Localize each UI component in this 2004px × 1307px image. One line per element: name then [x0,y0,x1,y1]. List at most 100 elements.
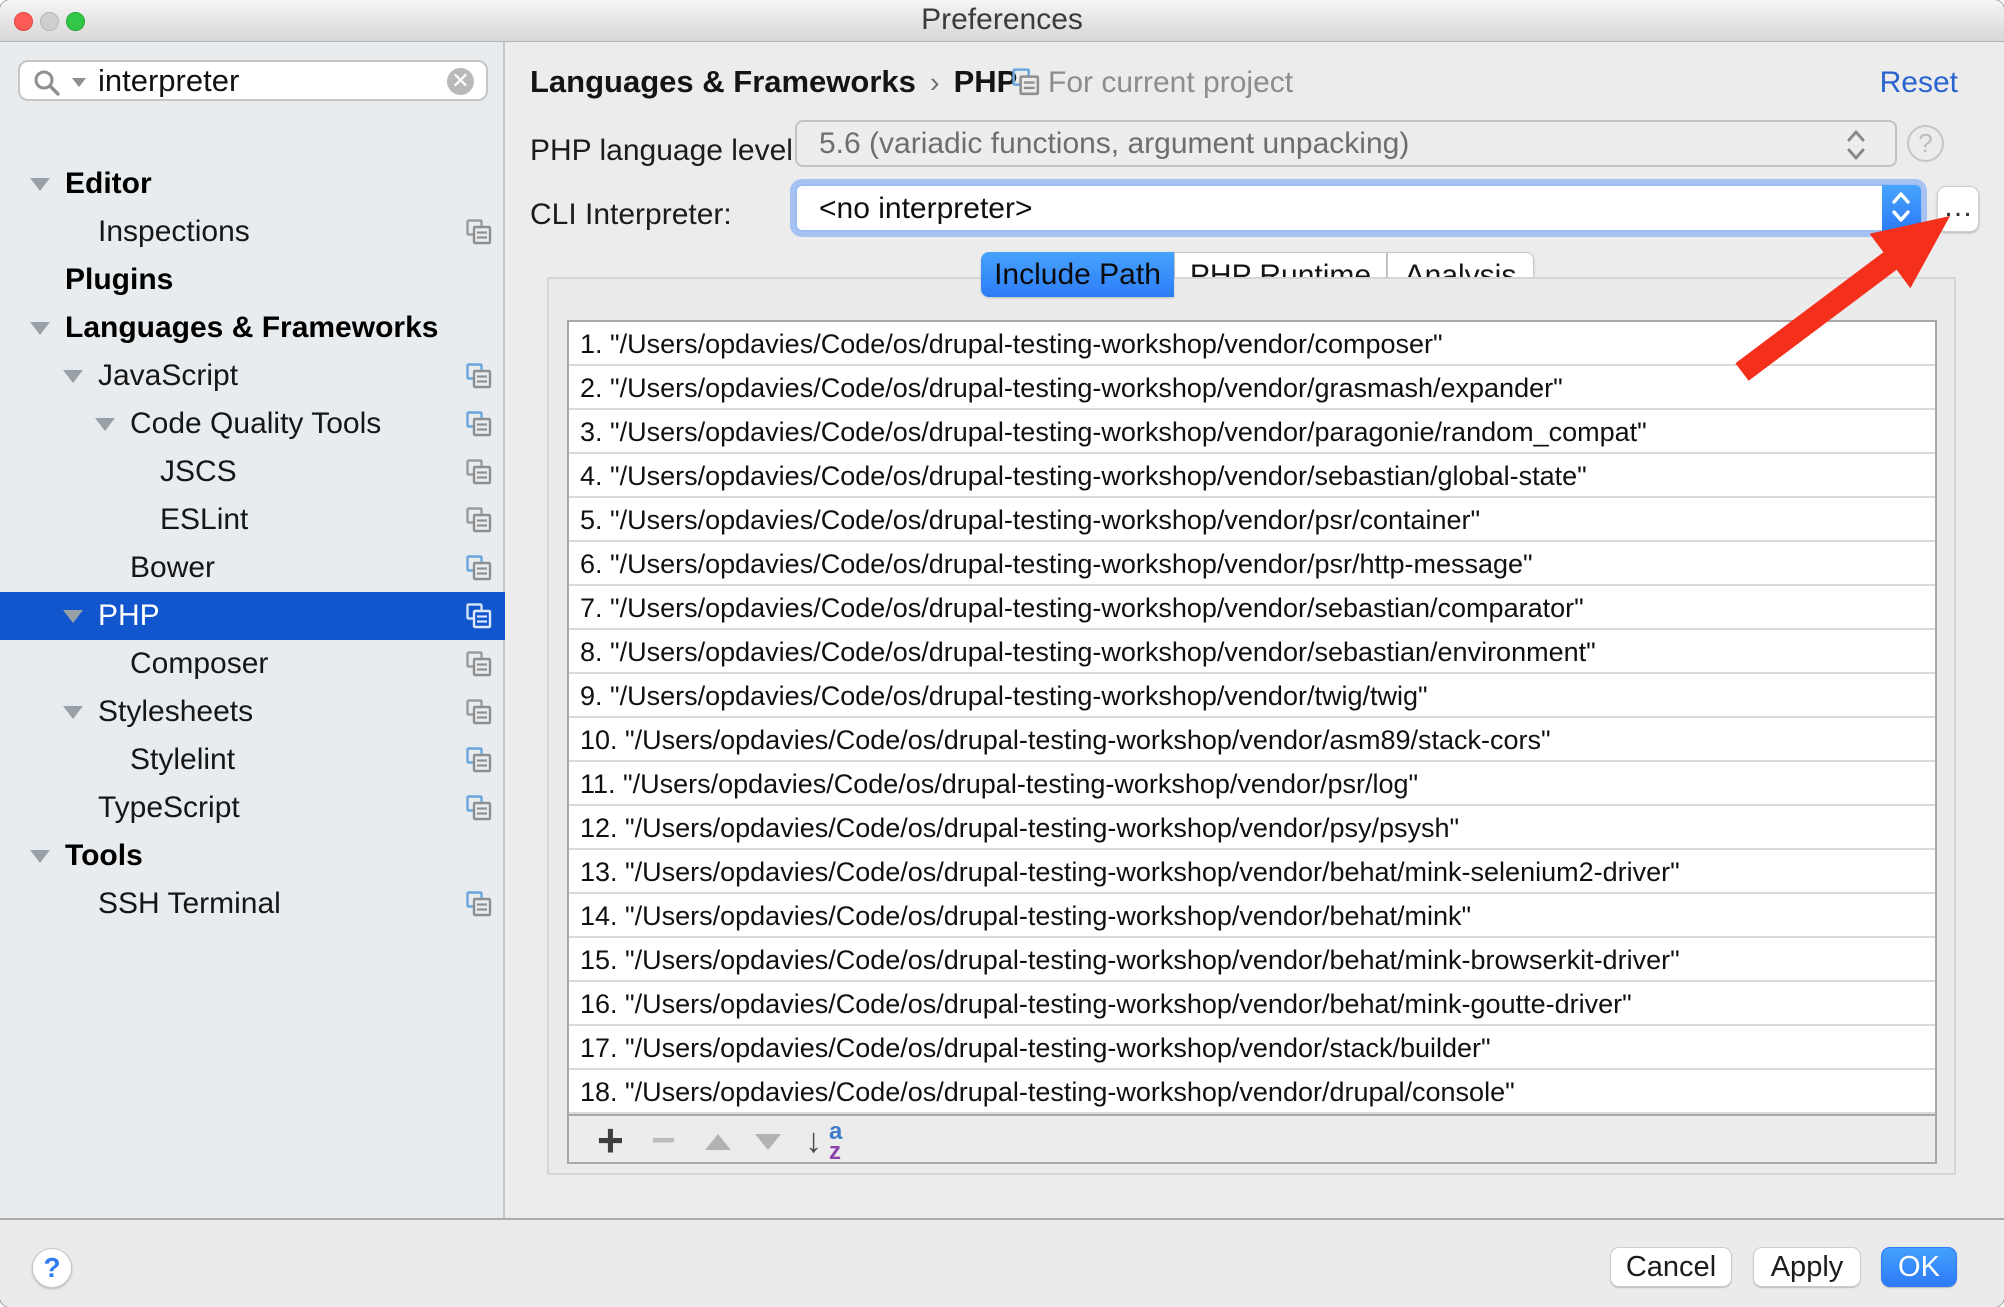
sidebar-item-label: Stylelint [130,736,235,784]
stepper-arrows-icon [1845,128,1867,162]
include-path-row[interactable]: 5. "/Users/opdavies/Code/os/drupal-testi… [569,498,1935,542]
sidebar-item-plugins[interactable]: Plugins [0,256,503,304]
reset-link[interactable]: Reset [1880,66,1958,100]
include-path-row[interactable]: 13. "/Users/opdavies/Code/os/drupal-test… [569,850,1935,894]
breadcrumb-separator: › [916,67,954,99]
expand-collapse-icon[interactable] [30,178,50,191]
cli-interpreter-stepper[interactable] [1882,185,1921,231]
language-level-help-icon[interactable]: ? [1907,125,1944,162]
titlebar: Preferences [0,0,2004,42]
override-settings-icon [466,651,492,677]
override-settings-icon [466,459,492,485]
remove-path-button[interactable]: − [651,1116,676,1164]
sidebar-item-php[interactable]: PHP [0,592,505,640]
include-path-row[interactable]: 6. "/Users/opdavies/Code/os/drupal-testi… [569,542,1935,586]
include-path-row[interactable]: 3. "/Users/opdavies/Code/os/drupal-testi… [569,410,1935,454]
include-path-row[interactable]: 4. "/Users/opdavies/Code/os/drupal-testi… [569,454,1935,498]
expand-collapse-icon[interactable] [95,418,115,431]
expand-collapse-icon[interactable] [63,610,83,623]
include-path-row[interactable]: 18. "/Users/opdavies/Code/os/drupal-test… [569,1070,1935,1114]
sidebar-item-label: Languages & Frameworks [65,304,438,352]
expand-collapse-icon[interactable] [30,322,50,335]
include-path-row[interactable]: 14. "/Users/opdavies/Code/os/drupal-test… [569,894,1935,938]
expand-collapse-icon[interactable] [30,850,50,863]
include-path-row[interactable]: 8. "/Users/opdavies/Code/os/drupal-testi… [569,630,1935,674]
expand-collapse-icon[interactable] [63,706,83,719]
language-level-value: 5.6 (variadic functions, argument unpack… [819,122,1409,166]
language-level-select[interactable]: 5.6 (variadic functions, argument unpack… [795,120,1897,167]
override-settings-icon [466,795,492,821]
sidebar-item-tools[interactable]: Tools [0,832,503,880]
sidebar-item-inspections[interactable]: Inspections [0,208,503,256]
sidebar-item-label: ESLint [160,496,248,544]
override-settings-icon [466,507,492,533]
expand-collapse-icon[interactable] [63,370,83,383]
cli-interpreter-value: <no interpreter> [819,186,1032,231]
breadcrumb-languages-frameworks[interactable]: Languages & Frameworks [530,64,916,99]
include-path-row[interactable]: 12. "/Users/opdavies/Code/os/drupal-test… [569,806,1935,850]
browse-interpreters-button[interactable]: … [1937,186,1979,232]
move-up-button[interactable] [705,1134,731,1150]
sidebar-item-stylelint[interactable]: Stylelint [0,736,503,784]
include-path-row[interactable]: 15. "/Users/opdavies/Code/os/drupal-test… [569,938,1935,982]
sidebar-item-bower[interactable]: Bower [0,544,503,592]
help-button[interactable]: ? [32,1248,72,1288]
sidebar-item-stylesheets[interactable]: Stylesheets [0,688,503,736]
sidebar-item-label: JavaScript [98,352,238,400]
include-path-panel: 1. "/Users/opdavies/Code/os/drupal-testi… [547,277,1956,1175]
sidebar-item-label: Code Quality Tools [130,400,381,448]
sidebar-item-label: Composer [130,640,268,688]
include-path-row[interactable]: 10. "/Users/opdavies/Code/os/drupal-test… [569,718,1935,762]
list-toolbar: + − ↓ a z [569,1114,1935,1162]
search-input[interactable] [98,64,428,97]
include-path-row[interactable]: 17. "/Users/opdavies/Code/os/drupal-test… [569,1026,1935,1070]
cli-interpreter-select[interactable]: <no interpreter> [795,184,1922,232]
sidebar-item-label: Editor [65,160,152,208]
preferences-window: Preferences ✕ EditorInspectionsPluginsLa… [0,0,2004,1307]
move-down-button[interactable] [755,1134,781,1150]
stepper-arrows-icon [1890,190,1912,226]
cancel-button[interactable]: Cancel [1610,1247,1732,1287]
include-path-row[interactable]: 2. "/Users/opdavies/Code/os/drupal-testi… [569,366,1935,410]
ok-button[interactable]: OK [1881,1247,1957,1287]
project-scope-icon [1012,68,1040,96]
settings-tree: EditorInspectionsPluginsLanguages & Fram… [0,100,503,1200]
tab-include-path[interactable]: Include Path [981,252,1174,297]
override-settings-icon [466,219,492,245]
sort-arrow-icon: ↓ [805,1122,822,1161]
settings-content: Languages & Frameworks›PHP For current p… [507,42,2004,1218]
include-path-row[interactable]: 9. "/Users/opdavies/Code/os/drupal-testi… [569,674,1935,718]
override-settings-icon [466,747,492,773]
settings-search-box[interactable]: ✕ [18,60,488,101]
clear-search-icon[interactable]: ✕ [447,68,474,95]
settings-sidebar: ✕ EditorInspectionsPluginsLanguages & Fr… [0,42,505,1218]
sidebar-item-label: SSH Terminal [98,880,281,928]
sidebar-item-label: Tools [65,832,143,880]
override-settings-icon [466,603,492,629]
sidebar-item-editor[interactable]: Editor [0,160,503,208]
include-path-row[interactable]: 16. "/Users/opdavies/Code/os/drupal-test… [569,982,1935,1026]
sidebar-item-javascript[interactable]: JavaScript [0,352,503,400]
override-settings-icon [466,891,492,917]
override-settings-icon [466,555,492,581]
override-settings-icon [466,699,492,725]
sidebar-item-languages-frameworks[interactable]: Languages & Frameworks [0,304,503,352]
sidebar-item-ssh-terminal[interactable]: SSH Terminal [0,880,503,928]
include-path-row[interactable]: 7. "/Users/opdavies/Code/os/drupal-testi… [569,586,1935,630]
breadcrumb-php: PHP [954,64,1018,99]
sidebar-item-typescript[interactable]: TypeScript [0,784,503,832]
sidebar-item-code-quality-tools[interactable]: Code Quality Tools [0,400,503,448]
include-path-row[interactable]: 11. "/Users/opdavies/Code/os/drupal-test… [569,762,1935,806]
sort-alphabetically-button[interactable]: ↓ a z [805,1120,861,1162]
apply-button[interactable]: Apply [1753,1247,1861,1287]
search-options-chevron-icon[interactable] [72,78,86,87]
override-settings-icon [466,363,492,389]
sidebar-item-label: JSCS [160,448,237,496]
add-path-button[interactable]: + [597,1116,624,1164]
sidebar-item-composer[interactable]: Composer [0,640,503,688]
sidebar-item-eslint[interactable]: ESLint [0,496,503,544]
sidebar-item-label: PHP [98,592,160,640]
sidebar-item-jscs[interactable]: JSCS [0,448,503,496]
override-settings-icon [466,411,492,437]
include-path-row[interactable]: 1. "/Users/opdavies/Code/os/drupal-testi… [569,322,1935,366]
